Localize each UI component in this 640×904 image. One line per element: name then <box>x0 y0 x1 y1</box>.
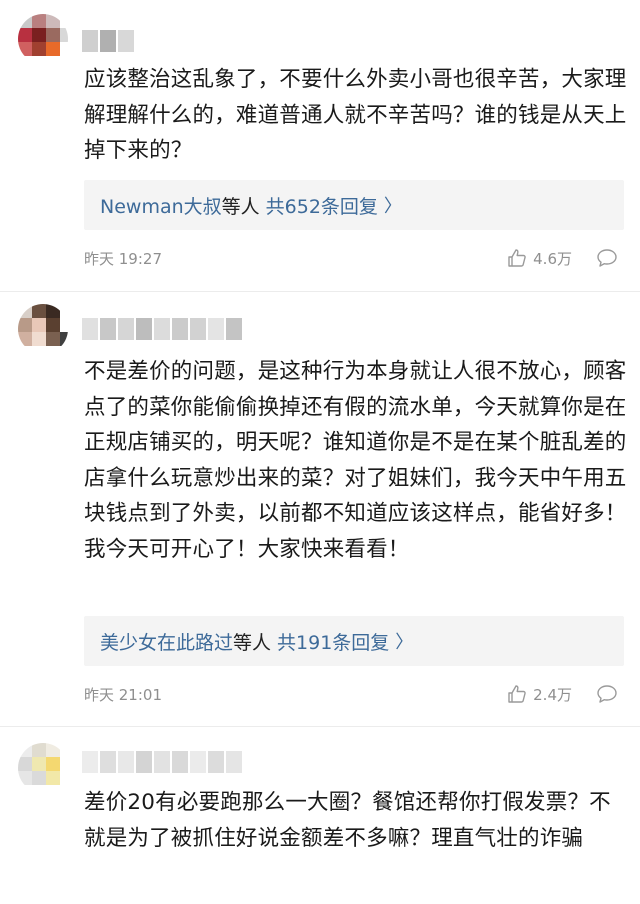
timestamp: 昨天 21:01 <box>84 685 162 704</box>
thumbs-up-icon <box>508 249 526 267</box>
timestamp: 昨天 19:27 <box>84 249 162 268</box>
thumbs-up-icon <box>508 685 526 703</box>
like-button[interactable]: 4.6万 <box>507 248 572 269</box>
comment-3: 差价20有必要跑那么一大圈？餐馆还帮你打假发票？不就是为了被抓住好说金额差不多嘛… <box>0 727 640 904</box>
speech-bubble-icon[interactable] <box>596 683 618 705</box>
avatar[interactable] <box>18 304 68 354</box>
comment-text: 差价20有必要跑那么一大圈？餐馆还帮你打假发票？不就是为了被抓住好说金额差不多嘛… <box>84 790 611 851</box>
like-button[interactable]: 2.4万 <box>507 684 572 705</box>
reply-count[interactable]: 共191条回复 <box>277 628 389 655</box>
replies-link[interactable]: 美少女在此路过 等人 共191条回复 〉 <box>84 616 624 666</box>
reply-deng-label: 等人 <box>233 631 272 654</box>
comment-meta: 昨天 21:01 2.4万 <box>84 682 624 706</box>
speech-bubble-icon[interactable] <box>596 247 618 269</box>
chevron-right-icon: 〉 <box>383 196 402 217</box>
comment-1: 应该整治这乱象了，不要什么外卖小哥也很辛苦，大家理解理解什么的，难道普通人就不辛… <box>0 0 640 290</box>
like-count: 4.6万 <box>533 249 572 268</box>
reply-deng-label: 等人 <box>221 195 260 218</box>
username-blurred[interactable] <box>82 318 242 340</box>
comment-2: 不是差价的问题，是这种行为本身就让人很不放心，顾客点了的菜你能偷偷换掉还有假的流… <box>0 292 640 724</box>
reply-count[interactable]: 共652条回复 <box>266 192 378 219</box>
reply-user-names[interactable]: Newman大叔 <box>100 192 222 219</box>
chevron-right-icon: 〉 <box>395 632 414 653</box>
avatar[interactable] <box>18 14 68 64</box>
replies-link[interactable]: Newman大叔 等人 共652条回复 〉 <box>84 180 624 230</box>
avatar[interactable] <box>18 743 68 793</box>
username-blurred[interactable] <box>82 751 242 773</box>
username-blurred[interactable] <box>82 30 134 52</box>
comment-text: 应该整治这乱象了，不要什么外卖小哥也很辛苦，大家理解理解什么的，难道普通人就不辛… <box>84 67 627 163</box>
reply-user-names[interactable]: 美少女在此路过 <box>100 628 233 655</box>
like-count: 2.4万 <box>533 685 572 704</box>
comment-meta: 昨天 19:27 4.6万 <box>84 246 624 270</box>
comment-text: 不是差价的问题，是这种行为本身就让人很不放心，顾客点了的菜你能偷偷换掉还有假的流… <box>84 359 627 562</box>
